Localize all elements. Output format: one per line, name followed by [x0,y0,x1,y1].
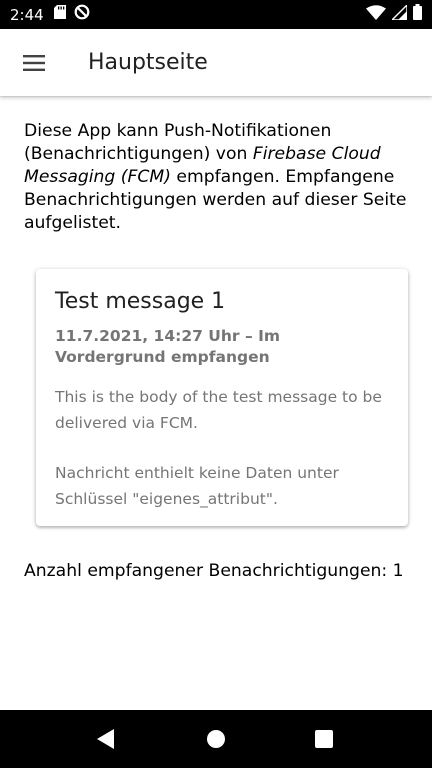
signal-icon [390,2,408,25]
wifi-icon [366,4,386,25]
main-content: Diese App kann Push-Notifikationen (Bena… [0,96,432,710]
back-button[interactable] [94,727,118,751]
home-icon [207,730,225,748]
message-data-note: Nachricht enthielt keine Daten unter Sch… [55,464,339,508]
screen: 2:44 Hauptseite Diese App kann Push-Noti… [0,0,432,768]
sd-card-icon [53,5,66,24]
battery-icon [413,4,422,25]
intro-text: Diese App kann Push-Notifikationen (Bena… [24,120,414,235]
recents-button[interactable] [312,727,336,751]
home-button[interactable] [204,727,228,751]
page-title: Hauptseite [88,50,208,75]
status-left-icons [53,4,90,25]
app-bar: Hauptseite [0,29,432,96]
recents-icon [315,730,333,748]
status-bar: 2:44 [0,0,432,29]
menu-icon [23,54,45,71]
do-not-disturb-icon [74,4,90,25]
message-body: This is the body of the test message to … [55,388,382,432]
navigation-bar [0,710,432,768]
message-card: Test message 1 11.7.2021, 14:27 Uhr – Im… [36,269,408,526]
menu-button[interactable] [2,29,66,96]
message-title: Test message 1 [55,289,226,314]
status-time: 2:44 [10,5,44,24]
status-right-icons [366,2,422,25]
notification-count: Anzahl empfangener Benachrichtigungen: 1 [24,561,404,581]
back-icon [97,729,114,749]
message-timestamp: 11.7.2021, 14:27 Uhr – Im Vordergrund em… [55,327,281,366]
